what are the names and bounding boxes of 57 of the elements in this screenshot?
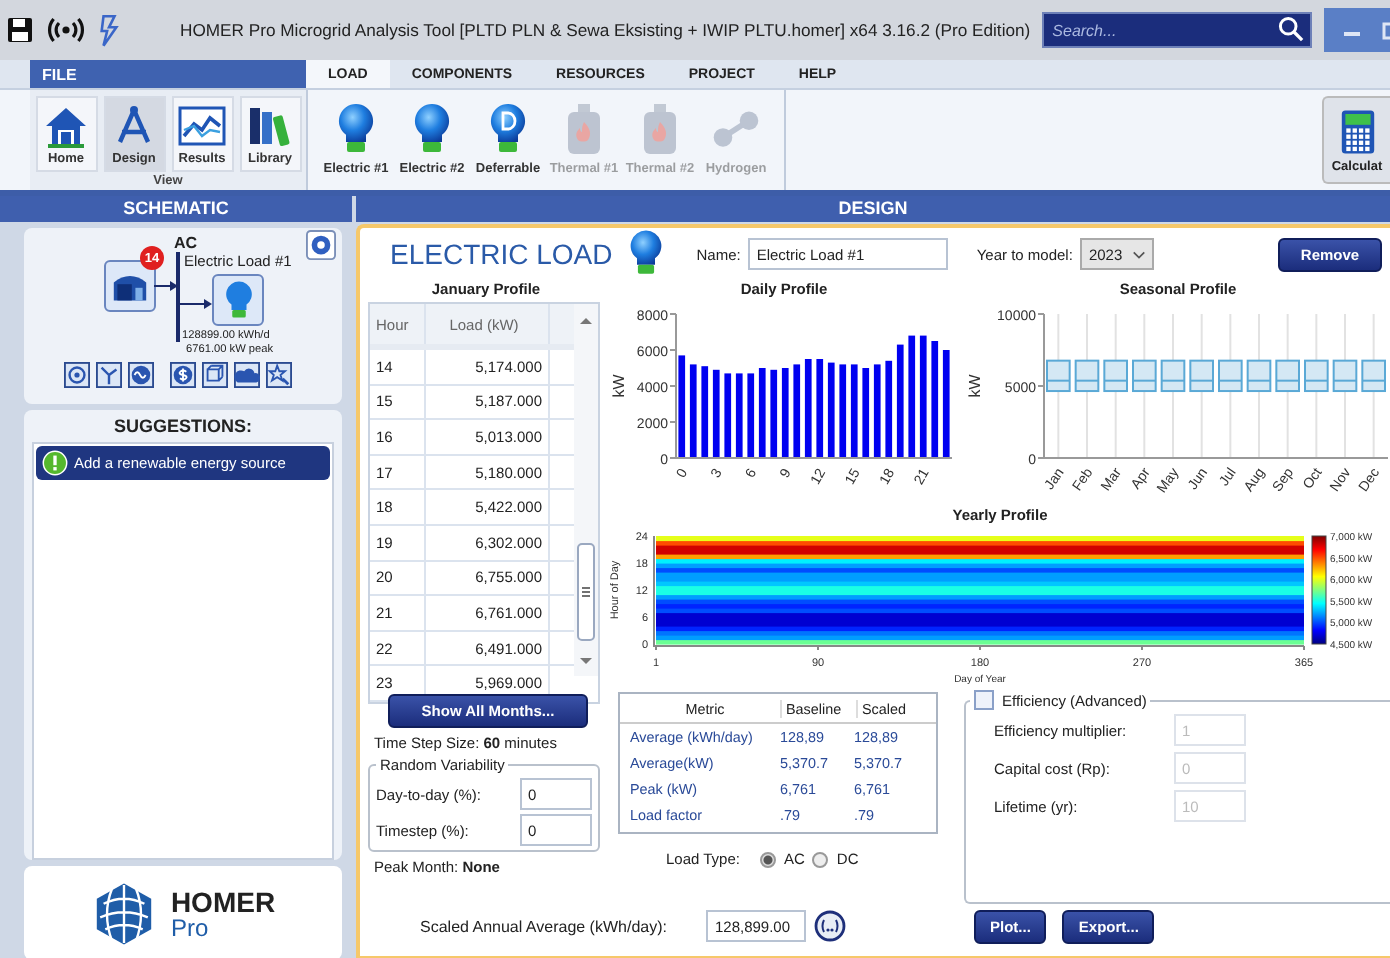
panel-header: SUGGESTIONS: [111, 416, 254, 436]
target-icon[interactable] [64, 362, 90, 388]
tank-flame-icon [640, 102, 680, 158]
box-plot [1246, 359, 1272, 393]
box-plot [1361, 359, 1386, 393]
bus-label: AC [174, 234, 198, 252]
field-label: Scaled Annual Average (kWh/day): [420, 917, 667, 935]
cube-icon[interactable] [202, 362, 228, 388]
axis-title: kW [610, 374, 628, 398]
wireless-icon[interactable] [46, 16, 86, 44]
caret-icon [1132, 249, 1147, 259]
panel-header: DESIGN [356, 196, 1390, 222]
radio-button[interactable] [759, 851, 776, 867]
box-plot [1160, 359, 1186, 393]
tank-flame-icon [564, 102, 604, 158]
axis-title: kW [966, 374, 984, 398]
box-plot [1189, 359, 1214, 393]
search-icon[interactable] [1278, 16, 1305, 42]
alert-icon [42, 450, 68, 476]
logo-name: HOMER [170, 887, 276, 915]
checkbox[interactable] [974, 690, 994, 710]
light-bulb-icon [336, 102, 376, 158]
box-plot [1132, 359, 1157, 393]
logo-edition: Pro [170, 915, 211, 939]
line-chart-icon [178, 103, 226, 147]
house-icon [42, 103, 90, 147]
box-plot [1103, 359, 1128, 393]
section-title: ELECTRIC LOAD [390, 238, 613, 270]
books-icon [246, 103, 294, 147]
wave-icon[interactable] [128, 362, 154, 388]
load-node[interactable] [212, 274, 264, 326]
star-icon[interactable] [266, 362, 292, 388]
dollar-icon[interactable] [170, 362, 196, 388]
generator-node[interactable] [104, 260, 156, 312]
scrollbar[interactable] [574, 304, 598, 676]
file-menu[interactable]: FILE [30, 60, 306, 88]
color-scale [1311, 535, 1327, 645]
save-icon[interactable] [6, 16, 34, 44]
box-plot [1332, 359, 1358, 393]
search-field[interactable]: Search... [1042, 12, 1313, 48]
light-bulb-icon [223, 279, 253, 321]
box-plot [1046, 359, 1071, 393]
light-bulb-icon [412, 102, 452, 158]
box-plot [1218, 359, 1243, 393]
calculator-icon [1339, 107, 1375, 155]
panel-header: SCHEMATIC [0, 196, 352, 222]
radio-button[interactable] [812, 851, 829, 867]
box-plot [1074, 359, 1100, 393]
settings-icon[interactable] [306, 230, 336, 260]
box-plot [1304, 359, 1329, 393]
ellipsis-button-icon[interactable] [814, 910, 847, 942]
window-title: HOMER Pro Microgrid Analysis Tool [PLTD PLN & Sewa Eksisting + IWIP PLTU.homer] x64 3.16.2 (Pro Edition) [180, 20, 1031, 40]
lightning-icon[interactable] [98, 13, 120, 47]
cloud-icon[interactable] [234, 362, 260, 388]
light-bulb-icon [628, 228, 665, 280]
box-plot [1275, 359, 1300, 393]
light-bulb-icon [488, 102, 528, 158]
